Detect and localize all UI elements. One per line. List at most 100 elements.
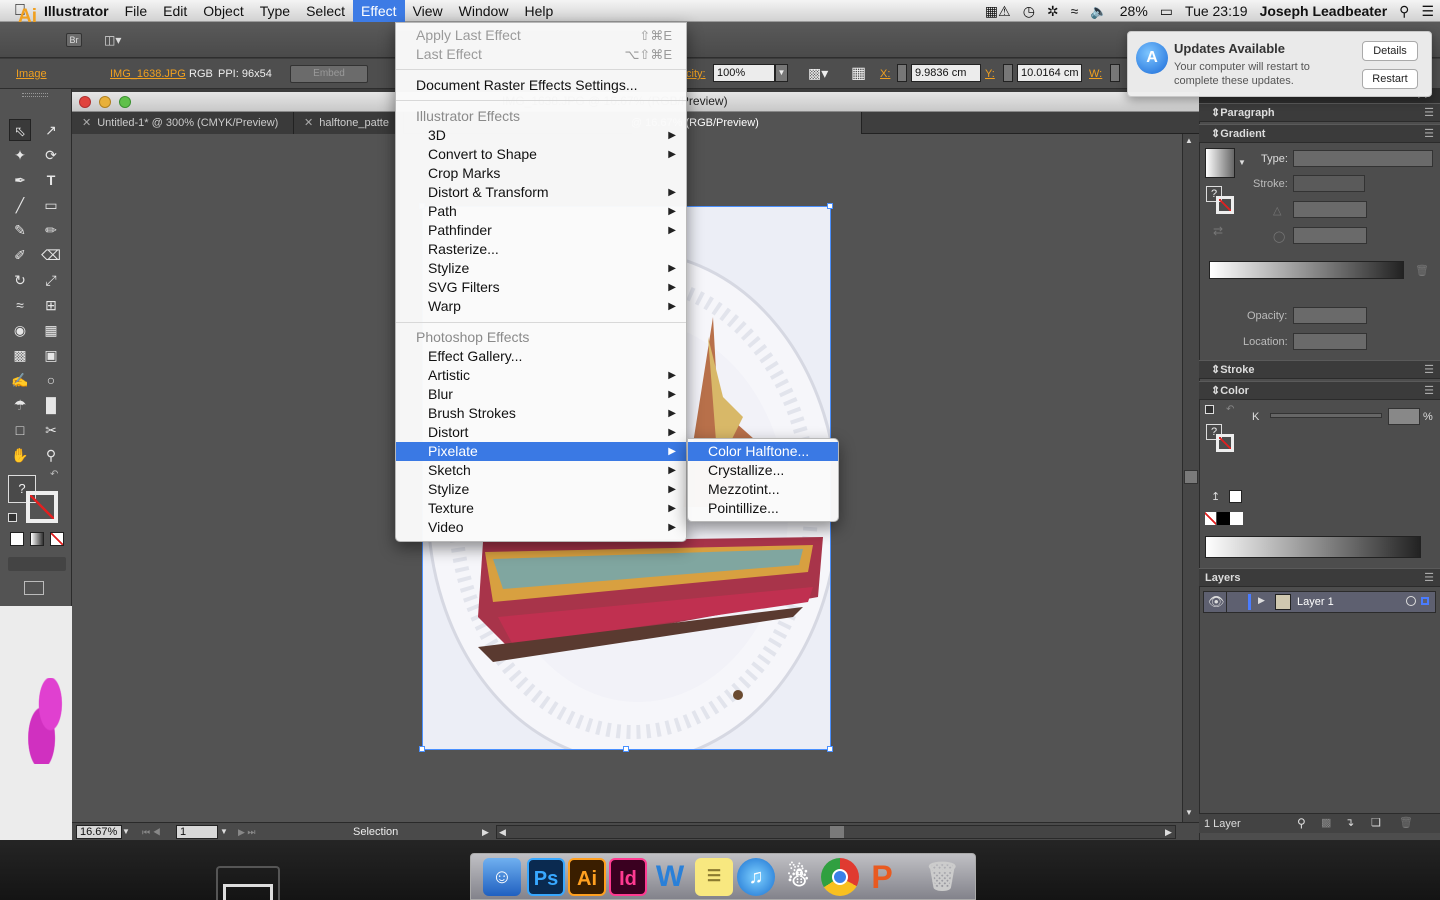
menu-item-distort-transform[interactable]: Distort & Transform ▶ [396,183,686,202]
white-swatch[interactable] [1229,490,1242,503]
create-new-layer-icon[interactable]: ❏ [1371,816,1381,829]
create-sublayer-icon[interactable]: ↴ [1345,816,1354,829]
perspective-grid-tool-icon[interactable]: ▦ [40,319,62,341]
color-spectrum-bar[interactable] [1205,536,1421,558]
gradient-panel-header[interactable]: ⇕Gradient ☰ [1199,124,1440,143]
menu-app-illustrator[interactable]: Illustrator [40,0,117,22]
gradient-angle-field[interactable] [1293,201,1367,218]
panel-menu-icon[interactable]: ☰ [1424,125,1434,143]
x-label[interactable]: X: [880,68,890,80]
menu-type[interactable]: Type [252,0,298,22]
scroll-right-icon[interactable]: ▶ [1165,826,1172,838]
close-tab-icon[interactable]: ✕ [304,117,313,129]
scroll-left-icon[interactable]: ◀ [499,826,506,838]
free-transform-tool-icon[interactable]: ⊞ [40,294,62,316]
status-menu-arrow-icon[interactable]: ▶ [482,825,489,839]
menu-item-color-halftone[interactable]: Color Halftone... [688,442,838,461]
direct-selection-tool-icon[interactable]: ↗ [40,119,62,141]
battery-percent[interactable]: 28% [1114,0,1154,22]
pencil-tool-icon[interactable]: ✏ [40,219,62,241]
gradient-location-field[interactable] [1293,333,1367,350]
menu-item-apply-last-effect[interactable]: Apply Last Effect ⇧⌘E [396,26,686,45]
scale-tool-icon[interactable]: ⤢ [40,269,62,291]
gradient-mode-icon[interactable] [30,532,44,546]
color-default-icon[interactable] [1205,405,1214,414]
screen-mode-icon[interactable] [24,581,44,595]
panel-menu-icon[interactable]: ☰ [1424,569,1434,587]
artboard-tool-icon[interactable]: □ [9,419,31,441]
delete-stop-icon[interactable]: 🗑 [1415,264,1429,277]
horizontal-scroll-thumb[interactable] [830,826,844,838]
gradient-opacity-field[interactable] [1293,307,1367,324]
menu-object[interactable]: Object [195,0,251,22]
gradient-preview-dropdown-icon[interactable]: ▼ [1238,158,1246,167]
gradient-type-select[interactable] [1293,150,1433,167]
stickies-icon[interactable]: ☰ [695,858,733,896]
paragraph-panel-header[interactable]: ⇕Paragraph ☰ [1199,103,1440,122]
eyedropper-tool-icon[interactable]: ✍ [9,369,31,391]
white-swatch-2[interactable] [1230,512,1243,525]
rectangle-tool-icon[interactable]: ▭ [40,194,62,216]
menu-item-warp[interactable]: Warp ▶ [396,297,686,316]
menu-item-stylize[interactable]: Stylize ▶ [396,259,686,278]
scroll-down-icon[interactable]: ▼ [1185,808,1193,817]
menu-item-pathfinder[interactable]: Pathfinder ▶ [396,221,686,240]
gradient-aspect-field[interactable] [1293,227,1367,244]
selection-handle[interactable] [419,746,425,752]
powerpoint-icon[interactable]: P [863,858,901,896]
menu-item-brush-strokes[interactable]: Brush Strokes ▶ [396,404,686,423]
updates-notification[interactable]: A Updates Available Your computer will r… [1127,31,1432,97]
panel-menu-icon[interactable]: ☰ [1424,104,1434,122]
width-tool-icon[interactable]: ≈ [9,294,31,316]
x-stepper[interactable] [897,64,907,82]
close-tab-icon[interactable]: ✕ [82,117,91,129]
notification-center-icon[interactable]: ☰ [1415,0,1440,22]
panel-menu-icon[interactable]: ☰ [1424,361,1434,379]
expand-layer-icon[interactable]: ▶ [1258,595,1265,606]
close-window-icon[interactable] [79,96,91,108]
finder-icon[interactable]: ☺ [483,858,521,896]
layer-lock-column[interactable] [1226,592,1227,612]
locate-object-icon[interactable]: ⚲ [1297,816,1306,830]
y-stepper[interactable] [1003,64,1013,82]
selection-tool-icon[interactable]: ⬁ [9,119,31,141]
menu-item-pixelate[interactable]: Pixelate ▶ [396,442,686,461]
restart-button[interactable]: Restart [1362,69,1418,89]
zoom-dropdown-icon[interactable]: ▼ [122,825,130,839]
panel-menu-icon[interactable]: ☰ [1424,382,1434,400]
w-label[interactable]: W: [1089,68,1102,80]
paintbrush-tool-icon[interactable]: ✎ [9,219,31,241]
arrange-documents-icon[interactable]: ◫▾ [104,33,132,47]
out-of-gamut-icon[interactable]: ↥ [1211,490,1220,503]
reverse-gradient-icon[interactable]: ⇄ [1213,224,1223,238]
menu-item-distort[interactable]: Distort ▶ [396,423,686,442]
opacity-dropdown-icon[interactable]: ▼ [775,64,788,82]
black-swatch[interactable] [1217,512,1230,525]
menu-item-path[interactable]: Path ▶ [396,202,686,221]
color-stroke-swatch[interactable] [1216,434,1234,452]
blob-brush-tool-icon[interactable]: ✐ [9,244,31,266]
hand-tool-icon[interactable]: ✋ [9,444,31,466]
first-artboard-icon[interactable]: ⏮ ◀ [142,824,161,840]
menu-item-blur[interactable]: Blur ▶ [396,385,686,404]
menu-item-document-raster-effects-settings[interactable]: Document Raster Effects Settings... [396,76,686,95]
artboard-number-field[interactable]: 1 [176,825,218,839]
scroll-up-icon[interactable]: ▲ [1185,136,1193,145]
shape-builder-tool-icon[interactable]: ◉ [9,319,31,341]
menu-item-artistic[interactable]: Artistic ▶ [396,366,686,385]
align-icon[interactable]: ▩▾ [808,65,828,82]
menu-item-stylize-photoshop[interactable]: Stylize ▶ [396,480,686,499]
magic-wand-tool-icon[interactable]: ✦ [9,144,31,166]
opacity-label[interactable]: city: [686,68,708,80]
line-tool-icon[interactable]: ╱ [9,194,31,216]
gradient-slider[interactable] [1209,261,1404,279]
zoom-window-icon[interactable] [119,96,131,108]
menu-effect[interactable]: Effect [353,0,405,22]
selection-handle[interactable] [623,746,629,752]
drawing-modes-icon[interactable] [8,557,66,571]
user-name[interactable]: Joseph Leadbeater [1254,0,1394,22]
k-channel-field[interactable] [1388,408,1420,425]
color-panel-header[interactable]: ⇕Color ☰ [1199,381,1440,400]
ghost-app-icon[interactable]: ☃ [779,858,817,896]
swap-fill-stroke-icon[interactable]: ↶ [50,469,58,480]
